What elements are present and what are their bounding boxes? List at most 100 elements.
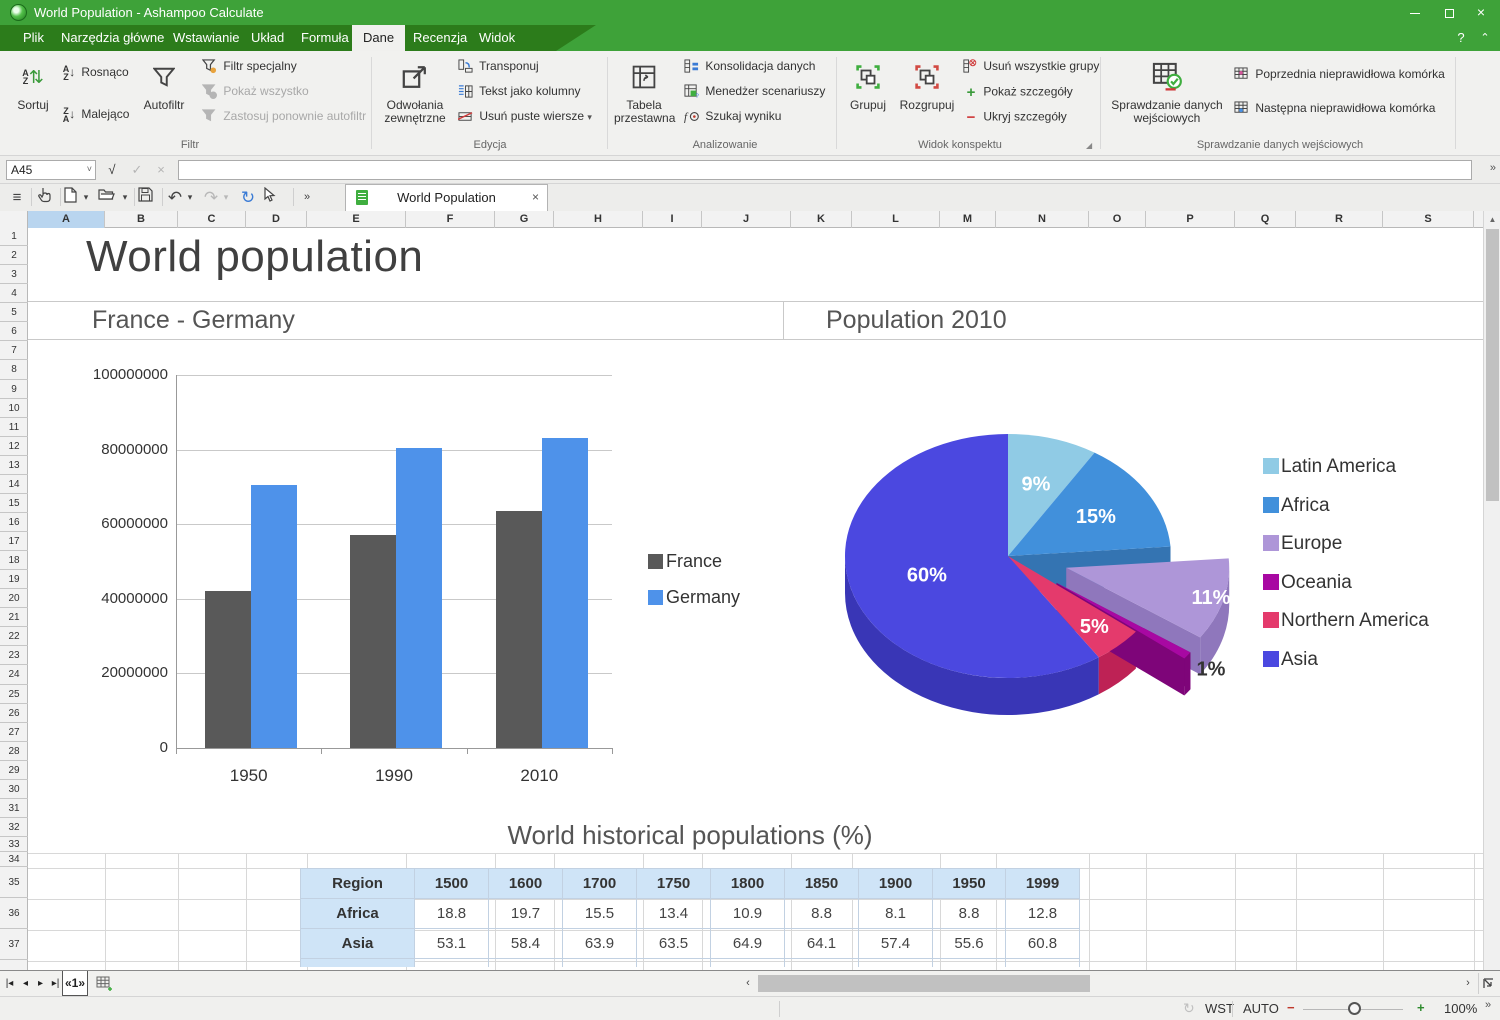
vertical-scroll-thumb[interactable] [1486, 229, 1499, 501]
collapse-ribbon-icon[interactable]: ⌃ [1474, 27, 1496, 49]
scroll-up-icon[interactable]: ▲ [1484, 211, 1500, 228]
row-header-24[interactable]: 24 [0, 666, 28, 684]
row-header-15[interactable]: 15 [0, 495, 28, 513]
formula-more-icon[interactable]: » [1490, 162, 1496, 174]
row-header-18[interactable]: 18 [0, 552, 28, 570]
grupuj-button[interactable]: Grupuj [844, 57, 892, 112]
menedzer-scenariuszy-button[interactable]: ? Menedżer scenariuszy [684, 84, 825, 104]
row-header-4[interactable]: 4 [0, 285, 28, 303]
table-data-cell[interactable]: 13.4 [637, 899, 711, 929]
table-data-cell[interactable]: 8.8 [933, 899, 1006, 929]
row-header-3[interactable]: 3 [0, 266, 28, 284]
table-region-cell[interactable]: Asia [301, 929, 415, 959]
row-header-13[interactable]: 13 [0, 457, 28, 475]
chevron-down-icon[interactable]: ▾ [81, 187, 91, 208]
table-region-cell[interactable] [301, 959, 415, 967]
column-header-M[interactable]: M [940, 211, 996, 228]
dialog-launcher-icon[interactable]: ◢ [1086, 141, 1092, 150]
table-data-cell[interactable]: 19.7 [489, 899, 563, 929]
rosnaco-button[interactable]: AZ↓ Rosnąco [60, 65, 129, 85]
save-icon[interactable] [138, 187, 158, 208]
status-more-icon[interactable]: » [1485, 999, 1491, 1011]
row-header-31[interactable]: 31 [0, 800, 28, 818]
table-data-cell[interactable]: 8.8 [785, 899, 859, 929]
usun-puste-wiersze-button[interactable]: Usuń puste wiersze ▾ [458, 109, 592, 129]
touch-mode-icon[interactable] [37, 187, 57, 208]
status-zoom-mode[interactable]: AUTO [1243, 1001, 1279, 1016]
table-data-cell[interactable]: 63.9 [563, 929, 637, 959]
table-header-cell[interactable]: 1950 [933, 869, 1006, 899]
bar-france-1950[interactable] [205, 591, 251, 748]
table-data-cell[interactable]: 64.1 [785, 929, 859, 959]
row-header-11[interactable]: 11 [0, 419, 28, 437]
filtr-specjalny-button[interactable]: Filtr specjalny [202, 59, 297, 79]
column-header-J[interactable]: J [702, 211, 791, 228]
add-sheet-icon[interactable] [96, 976, 113, 992]
column-header-F[interactable]: F [406, 211, 495, 228]
document-tab[interactable]: World Population × [345, 184, 548, 211]
table-data-cell[interactable]: 18.8 [415, 899, 489, 929]
row-header-19[interactable]: 19 [0, 571, 28, 589]
column-header-A[interactable]: A [28, 211, 105, 228]
table-header-cell[interactable]: Region [301, 869, 415, 899]
table-data-cell[interactable]: 58.4 [489, 929, 563, 959]
row-header-17[interactable]: 17 [0, 533, 28, 551]
usun-grupy-button[interactable]: Usuń wszystkie grupy [962, 59, 1099, 79]
select-all-corner[interactable] [0, 211, 28, 228]
scroll-left-icon[interactable]: ‹ [740, 973, 756, 994]
menu-tab-uk-ad[interactable]: Układ [240, 25, 295, 51]
zoom-out-button[interactable]: − [1287, 1000, 1295, 1015]
horizontal-scroll-thumb[interactable] [758, 975, 1090, 992]
row-header-27[interactable]: 27 [0, 724, 28, 742]
zastosuj-autofiltr-button[interactable]: Zastosuj ponownie autofiltr [202, 109, 366, 129]
table-data-cell[interactable]: 55.6 [933, 929, 1006, 959]
menu-tab-widok[interactable]: Widok [468, 25, 526, 51]
toolbar-more-icon[interactable]: » [300, 187, 314, 208]
table-data-cell[interactable]: 53.1 [415, 929, 489, 959]
table-header-cell[interactable]: 1600 [489, 869, 563, 899]
row-header-14[interactable]: 14 [0, 476, 28, 494]
zoom-in-button[interactable]: + [1417, 1000, 1425, 1015]
table-header-cell[interactable]: 1700 [563, 869, 637, 899]
table-region-cell[interactable]: Africa [301, 899, 415, 929]
column-header-D[interactable]: D [246, 211, 307, 228]
row-header-9[interactable]: 9 [0, 381, 28, 399]
column-header-S[interactable]: S [1383, 211, 1474, 228]
refresh-icon[interactable]: ↻ [238, 187, 258, 208]
row-header-25[interactable]: 25 [0, 686, 28, 704]
menu-tab-wstawianie[interactable]: Wstawianie [162, 25, 250, 51]
column-header-O[interactable]: O [1089, 211, 1146, 228]
sheet-canvas[interactable]: World population France - Germany Popula… [28, 228, 1483, 970]
cell-name-box[interactable]: A45 ˅ [6, 160, 96, 180]
table-header-cell[interactable]: 1800 [711, 869, 785, 899]
sprawdzanie-danych-button[interactable]: Sprawdzanie danych wejściowych [1108, 57, 1226, 125]
column-header-K[interactable]: K [791, 211, 852, 228]
row-header-26[interactable]: 26 [0, 705, 28, 723]
row-header-32[interactable]: 32 [0, 819, 28, 837]
transponuj-button[interactable]: Transponuj [458, 59, 539, 79]
bar-chart[interactable]: 0200000004000000060000000800000001000000… [80, 368, 740, 800]
scroll-right-icon[interactable]: › [1460, 973, 1476, 994]
konsolidacja-button[interactable]: Konsolidacja danych [684, 59, 815, 79]
table-data-cell[interactable] [711, 959, 785, 967]
row-header-34[interactable]: 34 [0, 853, 28, 867]
row-header-30[interactable]: 30 [0, 781, 28, 799]
table-data-cell[interactable]: 63.5 [637, 929, 711, 959]
column-header-L[interactable]: L [852, 211, 940, 228]
table-data-cell[interactable]: 60.8 [1006, 929, 1080, 959]
table-header-cell[interactable]: 1750 [637, 869, 711, 899]
status-refresh-icon[interactable]: ↻ [1183, 1000, 1195, 1017]
table-data-cell[interactable]: 15.5 [563, 899, 637, 929]
row-header-23[interactable]: 23 [0, 647, 28, 665]
formula-input[interactable] [178, 160, 1472, 180]
table-data-cell[interactable] [859, 959, 933, 967]
menu-tab-plik[interactable]: Plik [12, 25, 55, 51]
row-header-12[interactable]: 12 [0, 438, 28, 456]
row-header-37[interactable]: 37 [0, 930, 28, 960]
next-sheet-button[interactable]: ▸ [33, 974, 48, 994]
open-folder-icon[interactable] [98, 187, 118, 208]
column-header-R[interactable]: R [1296, 211, 1383, 228]
chevron-down-icon[interactable]: ▾ [221, 187, 231, 208]
row-header-22[interactable]: 22 [0, 628, 28, 646]
row-header-7[interactable]: 7 [0, 342, 28, 360]
